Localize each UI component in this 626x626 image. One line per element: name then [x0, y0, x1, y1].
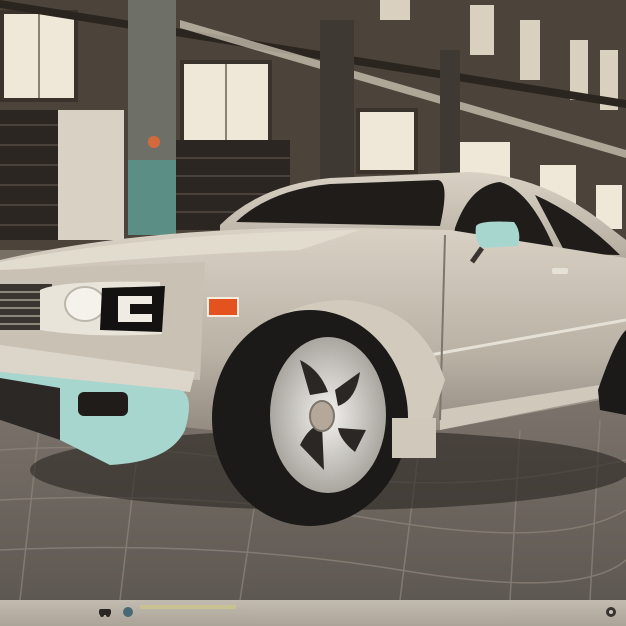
strip-bar: [140, 605, 236, 609]
bottom-strip: [0, 600, 626, 626]
circle-icon: [123, 607, 133, 617]
car-icon: [99, 609, 111, 617]
car-scene: [0, 0, 626, 601]
mirror: [475, 221, 520, 248]
front-wheel: [212, 310, 408, 526]
headlight: [40, 281, 165, 336]
settings-icon: [606, 607, 616, 617]
